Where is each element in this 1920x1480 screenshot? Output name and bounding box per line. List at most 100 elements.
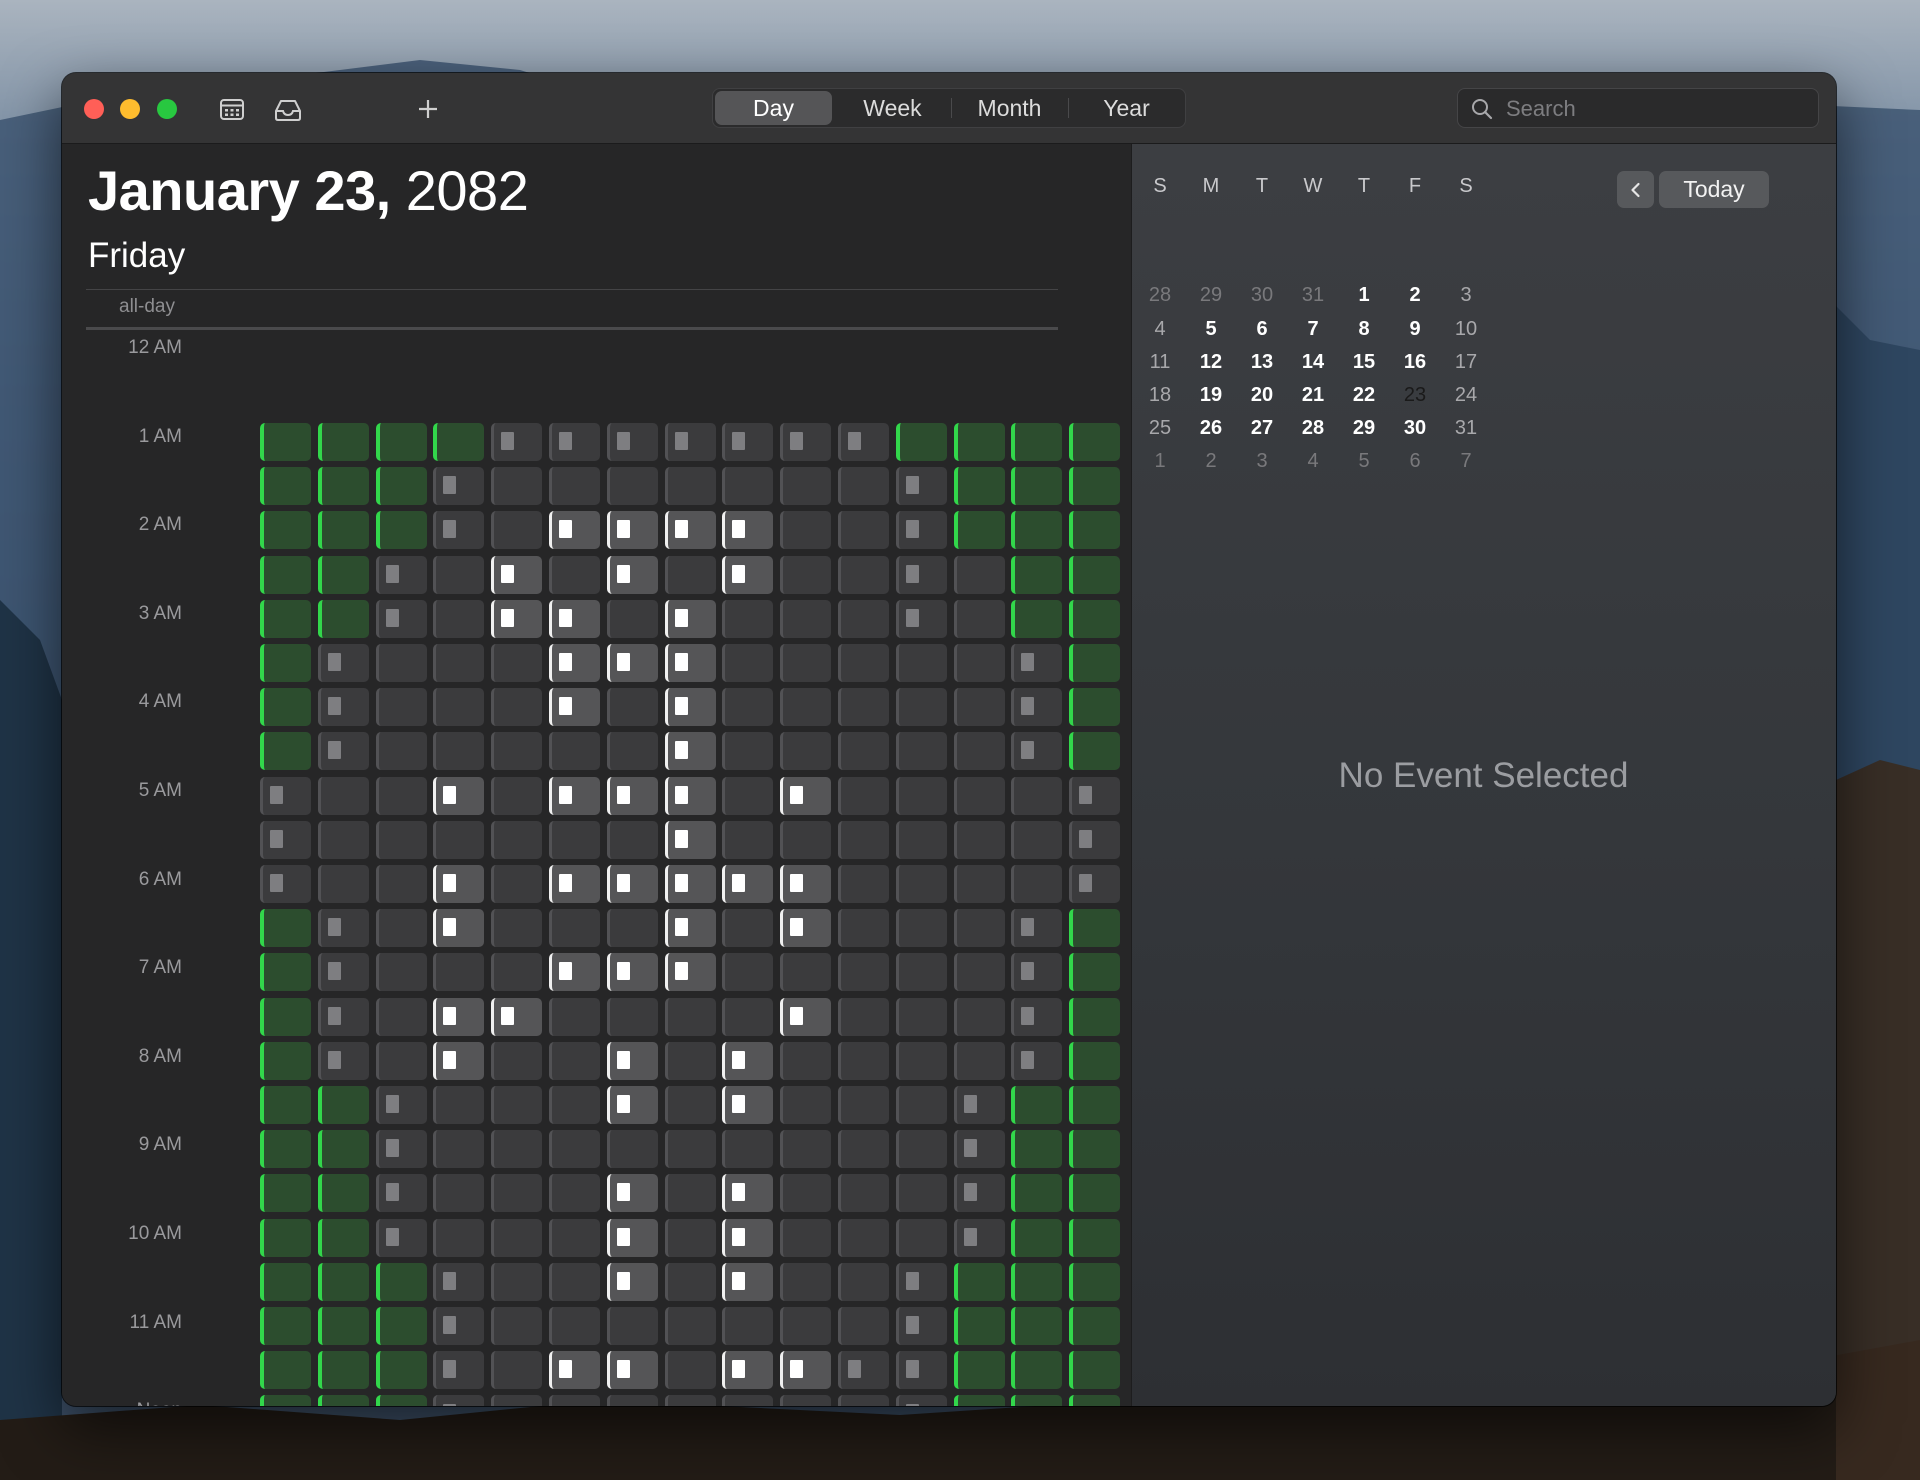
calendar-event[interactable]: [549, 423, 600, 461]
mini-calendar-day[interactable]: 18: [1140, 379, 1180, 411]
calendar-event[interactable]: [664, 1130, 716, 1169]
calendar-event[interactable]: [549, 1086, 600, 1124]
plus-icon[interactable]: [412, 93, 444, 125]
calendar-event[interactable]: [375, 776, 427, 815]
calendar-event[interactable]: [433, 865, 485, 903]
calendar-event[interactable]: [606, 644, 658, 682]
calendar-event[interactable]: [260, 1307, 311, 1345]
calendar-event[interactable]: [895, 820, 947, 859]
calendar-event[interactable]: [664, 1307, 716, 1345]
calendar-event[interactable]: [491, 599, 543, 638]
calendar-event[interactable]: [722, 1041, 774, 1080]
calendar-event[interactable]: [838, 1351, 889, 1390]
calendar-event[interactable]: [838, 776, 889, 815]
calendar-event[interactable]: [895, 1174, 947, 1213]
mini-calendar-day[interactable]: 28: [1140, 279, 1180, 311]
calendar-event[interactable]: [664, 909, 716, 948]
mini-calendar-day[interactable]: 21: [1293, 379, 1333, 411]
calendar-event[interactable]: [317, 1174, 369, 1213]
calendar-event[interactable]: [317, 1041, 369, 1080]
calendar-event[interactable]: [1069, 953, 1121, 992]
mini-calendar-day[interactable]: 29: [1191, 279, 1231, 311]
calendar-event[interactable]: [780, 423, 832, 461]
calendar-event[interactable]: [606, 997, 658, 1036]
calendar-event[interactable]: [1011, 1086, 1063, 1124]
mini-calendar-day[interactable]: 11: [1140, 346, 1180, 378]
calendar-event[interactable]: [433, 555, 485, 594]
mini-calendar-day[interactable]: 9: [1395, 313, 1435, 345]
calendar-event[interactable]: [606, 820, 658, 859]
calendar-event[interactable]: [1011, 1174, 1063, 1213]
calendar-event[interactable]: [317, 423, 369, 461]
calendar-event[interactable]: [664, 1086, 716, 1124]
calendar-event[interactable]: [606, 1395, 658, 1406]
calendar-event[interactable]: [953, 644, 1005, 682]
mini-calendar-day[interactable]: 19: [1191, 379, 1231, 411]
search-input[interactable]: [1504, 89, 1808, 129]
mini-calendar-day[interactable]: 2: [1395, 279, 1435, 311]
mini-calendar-day[interactable]: 28: [1293, 412, 1333, 444]
calendar-event[interactable]: [491, 644, 543, 682]
calendar-event[interactable]: [1011, 1262, 1063, 1301]
calendar-event[interactable]: [317, 1262, 369, 1301]
calendar-event[interactable]: [260, 909, 311, 948]
calendar-event[interactable]: [722, 1174, 774, 1213]
calendar-event[interactable]: [895, 1041, 947, 1080]
calendar-event[interactable]: [895, 1130, 947, 1169]
calendar-event[interactable]: [375, 1086, 427, 1124]
calendar-event[interactable]: [664, 688, 716, 727]
calendar-event[interactable]: [1069, 865, 1121, 903]
calendar-event[interactable]: [1069, 909, 1121, 948]
calendar-event[interactable]: [895, 997, 947, 1036]
calendar-event[interactable]: [664, 1218, 716, 1257]
calendar-event[interactable]: [838, 820, 889, 859]
calendar-event[interactable]: [433, 820, 485, 859]
calendar-event[interactable]: [606, 1041, 658, 1080]
minimize-window-button[interactable]: [120, 99, 140, 119]
calendar-event[interactable]: [260, 1218, 311, 1257]
calendar-event[interactable]: [260, 688, 311, 727]
calendar-event[interactable]: [1011, 688, 1063, 727]
calendar-event[interactable]: [549, 1130, 600, 1169]
mini-calendar-day[interactable]: 22: [1344, 379, 1384, 411]
calendar-event[interactable]: [491, 732, 543, 771]
calendar-event[interactable]: [491, 467, 543, 506]
calendar-event[interactable]: [1011, 599, 1063, 638]
calendar-event[interactable]: [260, 1395, 311, 1406]
calendar-event[interactable]: [722, 688, 774, 727]
calendar-event[interactable]: [491, 555, 543, 594]
mini-calendar-day[interactable]: 7: [1293, 313, 1333, 345]
calendar-event[interactable]: [491, 997, 543, 1036]
calendar-event[interactable]: [838, 865, 889, 903]
mini-calendar-day[interactable]: 13: [1242, 346, 1282, 378]
calendar-event[interactable]: [1011, 1351, 1063, 1390]
calendar-event[interactable]: [549, 1262, 600, 1301]
calendar-event[interactable]: [260, 1351, 311, 1390]
calendar-event[interactable]: [317, 688, 369, 727]
calendar-event[interactable]: [375, 953, 427, 992]
calendar-event[interactable]: [953, 467, 1005, 506]
mini-calendar-day[interactable]: 25: [1140, 412, 1180, 444]
calendar-event[interactable]: [780, 1174, 832, 1213]
calendar-event[interactable]: [317, 776, 369, 815]
calendar-event[interactable]: [780, 1262, 832, 1301]
calendar-event[interactable]: [433, 423, 485, 461]
calendar-event[interactable]: [838, 732, 889, 771]
calendar-event[interactable]: [433, 467, 485, 506]
calendar-event[interactable]: [549, 1174, 600, 1213]
calendar-event[interactable]: [1069, 820, 1121, 859]
calendar-event[interactable]: [375, 599, 427, 638]
calendar-event[interactable]: [606, 776, 658, 815]
calendar-event[interactable]: [838, 511, 889, 550]
calendar-event[interactable]: [549, 467, 600, 506]
calendar-event[interactable]: [722, 644, 774, 682]
calendar-event[interactable]: [375, 909, 427, 948]
calendar-event[interactable]: [433, 1174, 485, 1213]
calendar-event[interactable]: [838, 1041, 889, 1080]
calendar-event[interactable]: [838, 1174, 889, 1213]
calendar-event[interactable]: [1011, 776, 1063, 815]
calendar-event[interactable]: [838, 1130, 889, 1169]
mini-calendar-day[interactable]: 24: [1446, 379, 1486, 411]
calendar-event[interactable]: [549, 511, 600, 550]
calendar-event[interactable]: [1069, 1351, 1121, 1390]
